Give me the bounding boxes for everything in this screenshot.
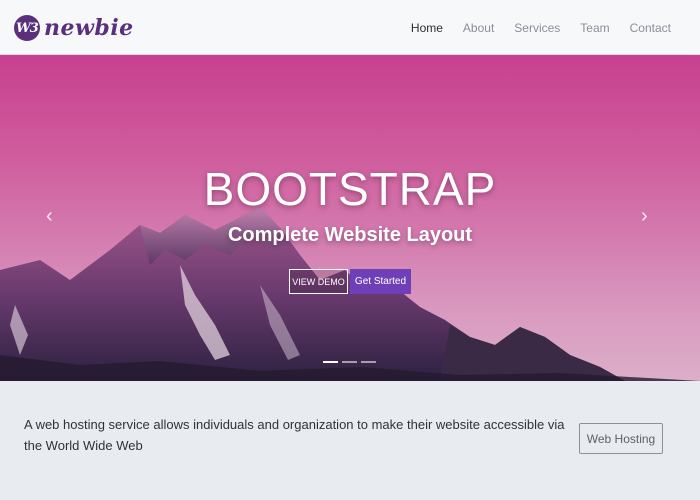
chevron-left-icon[interactable]: ‹ bbox=[46, 205, 53, 228]
brand-logo[interactable]: W3 newbie bbox=[14, 11, 134, 45]
carousel-indicator[interactable] bbox=[342, 361, 357, 363]
carousel-indicators bbox=[323, 361, 380, 363]
nav-link-contact[interactable]: Contact bbox=[630, 21, 671, 35]
nav-link-home[interactable]: Home bbox=[411, 21, 443, 35]
nav-link-team[interactable]: Team bbox=[580, 21, 609, 35]
logo-mark: W3 bbox=[14, 15, 40, 41]
chevron-right-icon[interactable]: › bbox=[641, 205, 648, 228]
hero-title: BOOTSTRAP bbox=[203, 163, 497, 215]
callout-text: A web hosting service allows individuals… bbox=[24, 417, 565, 453]
get-started-button[interactable]: Get Started bbox=[350, 269, 411, 294]
nav-menu: Home About Services Team Contact bbox=[411, 0, 700, 55]
nav-link-services[interactable]: Services bbox=[514, 21, 560, 35]
mountain-image bbox=[0, 207, 700, 381]
carousel-indicator[interactable] bbox=[323, 361, 338, 363]
navbar: W3 newbie Home About Services Team Conta… bbox=[0, 0, 700, 55]
hero-subtitle: Complete Website Layout bbox=[227, 224, 473, 246]
hosting-callout: A web hosting service allows individuals… bbox=[0, 381, 700, 500]
brand-name: newbie bbox=[44, 15, 134, 41]
web-hosting-button[interactable]: Web Hosting bbox=[579, 423, 663, 454]
view-demo-button[interactable]: VIEW DEMO bbox=[289, 269, 348, 294]
nav-link-about[interactable]: About bbox=[463, 21, 494, 35]
carousel-indicator[interactable] bbox=[361, 361, 376, 363]
hero-carousel: BOOTSTRAP Complete Website Layout VIEW D… bbox=[0, 55, 700, 381]
